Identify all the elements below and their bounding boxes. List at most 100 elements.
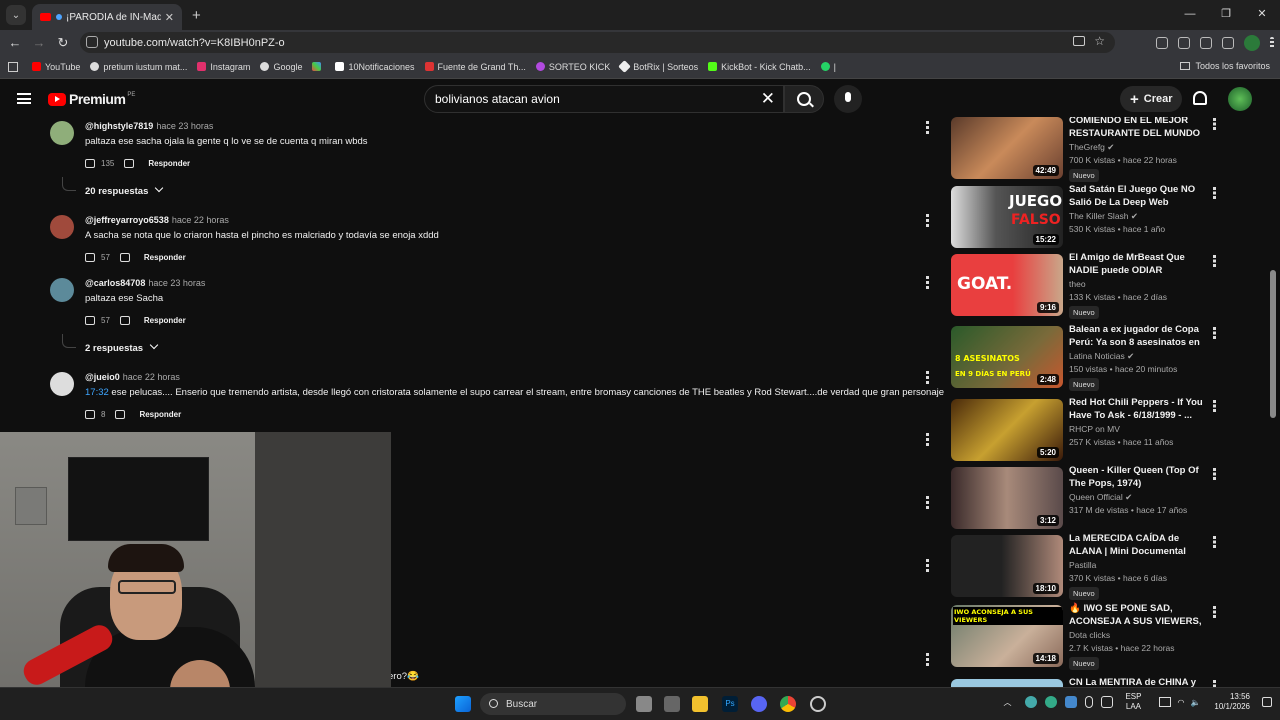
comment-time[interactable]: hace 22 horas [172,215,229,225]
dislike-icon[interactable] [119,253,130,262]
comment-more-icon[interactable] [926,214,929,227]
apps-grid-icon[interactable] [8,61,18,72]
channel-name[interactable]: RHCP on MV [1069,424,1120,434]
view-replies-button[interactable]: 20 respuestas [85,183,164,197]
extensions-puzzle-icon[interactable] [1200,36,1212,49]
channel-name[interactable]: Latina Noticias ✔ [1069,351,1134,362]
bookmark-instagram[interactable]: Instagram [197,62,250,72]
comment-more-icon[interactable] [926,276,929,289]
channel-name[interactable]: Queen Official ✔ [1069,492,1132,503]
related-video[interactable]: GOAT. 9:16 El Amigo de MrBeast Que NADIE… [951,251,1217,322]
create-button[interactable]: + Crear [1120,86,1182,112]
video-thumbnail[interactable]: 5:20 [951,399,1063,461]
video-more-icon[interactable] [1213,680,1216,687]
video-more-icon[interactable] [1213,606,1216,618]
account-avatar[interactable] [1228,87,1252,111]
video-thumbnail[interactable]: 42:49 [951,117,1063,179]
related-video[interactable]: CN La MENTIRA de CHINA y su... [951,676,1217,687]
video-title[interactable]: 🔥 IWO SE PONE SAD, ACONSEJA A SUS VIEWER… [1069,602,1203,628]
app-icon[interactable] [664,696,680,712]
extension-icon[interactable] [1156,36,1168,49]
task-view-icon[interactable] [636,696,652,712]
like-icon[interactable] [85,316,95,325]
video-thumbnail[interactable]: GOAT. 9:16 [951,254,1063,316]
video-title[interactable]: COMIENDO EN EL MEJOR RESTAURANTE DEL MUN… [1069,117,1203,140]
bookmark-whatsapp[interactable]: | [820,62,836,72]
bookmark-pretium[interactable]: pretium iustum mat... [90,62,187,72]
install-icon[interactable] [1073,36,1085,46]
browser-menu-icon[interactable] [1270,36,1274,49]
voice-search-icon[interactable] [834,85,862,113]
reply-button[interactable]: Responder [144,316,186,325]
discord-icon[interactable] [751,696,767,712]
tray-app-icon[interactable] [1025,696,1038,708]
video-thumbnail[interactable]: IWO ACONSEJA A SUS VIEWERS 14:18 [951,605,1063,667]
tray-app-icon[interactable] [1045,696,1058,708]
maximize-button[interactable]: ❐ [1208,0,1244,30]
notifications-bell-icon[interactable] [1193,91,1207,105]
bookmark-sorteo[interactable]: SORTEO KICK [535,62,610,72]
clock[interactable]: 13:56 10/1/2026 [1214,692,1250,712]
forward-icon[interactable]: → [27,35,51,50]
video-title[interactable]: CN La MENTIRA de CHINA y su... [1069,676,1203,687]
video-more-icon[interactable] [1213,327,1216,339]
taskbar-search[interactable]: Buscar [480,693,626,715]
bookmark-botrix[interactable]: BotRix | Sorteos [618,60,698,73]
video-thumbnail[interactable]: 18:10 [951,535,1063,597]
back-icon[interactable]: ← [3,35,27,50]
active-tab[interactable]: ¡PARODIA de IN-Maduro! ✕ [32,4,182,30]
tray-app-icon[interactable] [1101,696,1114,708]
comment-more-icon[interactable] [926,496,929,509]
video-more-icon[interactable] [1213,400,1216,412]
avatar[interactable] [50,215,74,239]
windows-start-icon[interactable] [455,696,471,712]
search-input[interactable]: bolivianos atacan avion ✕ [424,85,784,113]
notifications-icon[interactable] [1262,697,1272,707]
dislike-icon[interactable] [124,159,135,168]
clear-search-icon[interactable]: ✕ [761,89,775,109]
profile-avatar[interactable] [1244,34,1260,51]
like-icon[interactable] [85,253,95,262]
video-more-icon[interactable] [1213,118,1216,130]
tray-app-icon[interactable] [1065,696,1078,708]
bookmark-colorful[interactable] [312,62,325,71]
site-info-icon[interactable] [86,36,98,48]
chevron-up-icon[interactable]: ︿ [1003,697,1011,708]
page-scrollbar[interactable] [1270,270,1276,418]
comment-more-icon[interactable] [926,371,929,384]
dislike-icon[interactable] [115,410,126,419]
tab-search-button[interactable]: ⌄ [6,5,26,25]
comment-more-icon[interactable] [926,433,929,446]
video-more-icon[interactable] [1213,536,1216,548]
network-icon[interactable] [1159,697,1172,707]
video-title[interactable]: Red Hot Chili Peppers - If You Have To A… [1069,396,1203,422]
dislike-icon[interactable] [119,316,130,325]
video-title[interactable]: Balean a ex jugador de Copa Perú: Ya son… [1069,323,1203,349]
youtube-logo[interactable]: Premium PE [48,91,135,107]
file-explorer-icon[interactable] [692,696,708,712]
video-title[interactable]: El Amigo de MrBeast Que NADIE puede ODIA… [1069,251,1203,277]
related-video[interactable]: IWO ACONSEJA A SUS VIEWERS 14:18 🔥 IWO S… [951,602,1217,673]
video-title[interactable]: La MERECIDA CAÍDA de ALANA | Mini Docume… [1069,532,1203,558]
channel-name[interactable]: Dota clicks [1069,630,1110,640]
avatar[interactable] [50,278,74,302]
chrome-icon[interactable] [780,696,796,712]
bookmark-x[interactable]: 10Notificaciones [335,62,415,72]
bookmark-fuente[interactable]: Fuente de Grand Th... [424,62,526,72]
video-title[interactable]: Sad Satán El Juego Que NO Salió De La De… [1069,183,1203,209]
view-replies-button[interactable]: 2 respuestas [85,340,159,354]
channel-name[interactable]: The Killer Slash ✔ [1069,211,1138,222]
video-thumbnail[interactable]: 3:12 [951,467,1063,529]
volume-icon[interactable]: 🔈 [1190,698,1200,707]
comment-more-icon[interactable] [926,121,929,134]
minimize-button[interactable]: — [1172,0,1208,30]
video-more-icon[interactable] [1213,187,1216,199]
channel-name[interactable]: theo [1069,279,1086,289]
timestamp-link[interactable]: 17:32 [85,387,109,398]
related-video[interactable]: 42:49 COMIENDO EN EL MEJOR RESTAURANTE D… [951,117,1217,185]
bookmark-kickbot[interactable]: KickBot - Kick Chatb... [708,62,811,72]
close-window-button[interactable]: ✕ [1244,0,1280,30]
related-video[interactable]: 5:20 Red Hot Chili Peppers - If You Have… [951,396,1217,467]
microphone-icon[interactable] [1085,696,1094,708]
comment-more-icon[interactable] [926,559,929,572]
